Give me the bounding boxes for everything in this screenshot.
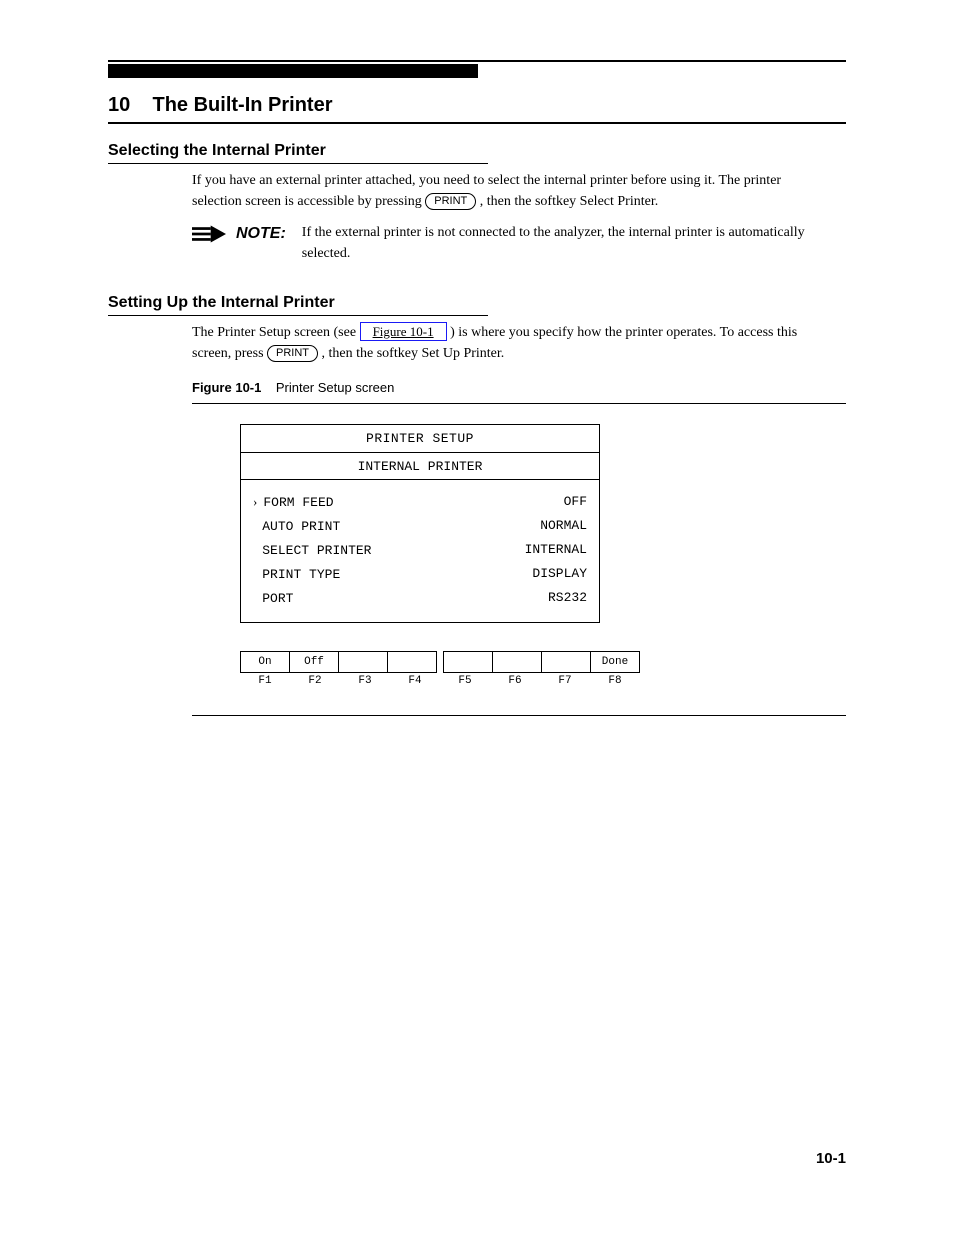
softkey xyxy=(443,651,493,673)
figure-number: Figure 10-1 xyxy=(192,380,261,395)
panel-title: PRINTER SETUP xyxy=(241,425,599,453)
selecting-paragraph: If you have an external printer attached… xyxy=(192,170,834,212)
softkey-row: OnOff Done xyxy=(240,651,640,673)
section-title-selecting: Selecting the Internal Printer xyxy=(108,142,488,164)
text-run: , then the softkey Set Up Printer. xyxy=(322,346,505,361)
figure-block: Figure 10-1 Printer Setup screen PRINTER… xyxy=(192,380,846,716)
softkey: Done xyxy=(591,651,640,673)
note-block: NOTE: If the external printer is not con… xyxy=(192,222,834,264)
panel-row-value: NORMAL xyxy=(540,518,587,534)
text-run: , then the softkey Select Printer. xyxy=(480,194,658,209)
page-number: 10-1 xyxy=(816,1150,846,1167)
chapter-title: 10 The Built-In Printer xyxy=(108,94,846,117)
text-run: The Printer Setup screen (see xyxy=(192,325,360,340)
panel-row-label: ›FORM FEED xyxy=(253,494,334,510)
softkey xyxy=(339,651,388,673)
panel-row-value: OFF xyxy=(564,494,587,510)
note-arrow-icon xyxy=(192,225,226,243)
softkey: Off xyxy=(290,651,339,673)
softkey-label: F1 xyxy=(240,675,290,687)
panel-row: PORT RS232 xyxy=(253,586,587,610)
panel-row-label: PRINT TYPE xyxy=(253,566,340,582)
header-black-bar xyxy=(108,64,478,78)
softkey: On xyxy=(240,651,290,673)
note-text: If the external printer is not connected… xyxy=(302,222,834,264)
figure-link[interactable]: Figure 10-1 xyxy=(360,322,447,341)
panel-row-value: INTERNAL xyxy=(525,542,587,558)
softkey-labels: F1F2F3F4F5F6F7F8 xyxy=(240,675,640,687)
chapter-name: The Built-In Printer xyxy=(153,94,333,116)
softkey xyxy=(493,651,542,673)
panel-subtitle: INTERNAL PRINTER xyxy=(241,453,599,480)
printer-setup-panel: PRINTER SETUP INTERNAL PRINTER ›FORM FEE… xyxy=(240,424,600,623)
chapter-number: 10 xyxy=(108,94,130,116)
panel-row: ›FORM FEED OFF xyxy=(253,490,587,514)
softkey-label: F5 xyxy=(440,675,490,687)
panel-row: PRINT TYPE DISPLAY xyxy=(253,562,587,586)
print-button-glyph: PRINT xyxy=(425,193,476,210)
softkey-label: F3 xyxy=(340,675,390,687)
section-title-setup: Setting Up the Internal Printer xyxy=(108,294,488,316)
note-label: NOTE: xyxy=(236,222,292,246)
softkey-label: F7 xyxy=(540,675,590,687)
softkey-label: F8 xyxy=(590,675,640,687)
panel-row-label: AUTO PRINT xyxy=(253,518,340,534)
panel-row-value: RS232 xyxy=(548,590,587,606)
softkey xyxy=(542,651,591,673)
figure-caption: Figure 10-1 Printer Setup screen xyxy=(192,380,846,395)
setup-paragraph: The Printer Setup screen (see Figure 10-… xyxy=(192,322,834,364)
softkey-label: F4 xyxy=(390,675,440,687)
panel-row-value: DISPLAY xyxy=(532,566,587,582)
panel-row-label: PORT xyxy=(253,590,293,606)
softkey xyxy=(388,651,437,673)
softkey-label: F6 xyxy=(490,675,540,687)
figure-caption-text: Printer Setup screen xyxy=(276,380,395,395)
panel-row: SELECT PRINTER INTERNAL xyxy=(253,538,587,562)
panel-row: AUTO PRINT NORMAL xyxy=(253,514,587,538)
softkey-label: F2 xyxy=(290,675,340,687)
print-button-glyph: PRINT xyxy=(267,345,318,362)
panel-row-label: SELECT PRINTER xyxy=(253,542,371,558)
